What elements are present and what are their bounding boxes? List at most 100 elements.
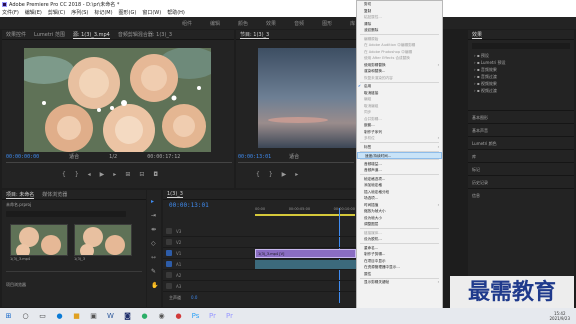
lock-icon[interactable]	[166, 272, 172, 278]
tab-effect-controls[interactable]: 效果控件	[6, 31, 26, 38]
section-essential-graphics[interactable]: 基本图形	[468, 110, 574, 123]
task-view-icon[interactable]: ▭	[34, 308, 51, 324]
clip-thumbnail[interactable]	[10, 224, 68, 256]
timeline-ruler[interactable]: 00:00 00:00:05:00 00:00:10:00	[255, 207, 355, 211]
search-icon[interactable]: ○	[17, 308, 34, 324]
tab-sequence[interactable]: 1(3)_3	[167, 191, 183, 198]
source-scrubber[interactable]	[6, 162, 232, 163]
menu-file[interactable]: 文件(F)	[2, 9, 19, 16]
context-menu-item[interactable]: 速度/持续时间...	[357, 152, 442, 159]
tree-item-video-effects[interactable]: › ▪ 视频效果	[474, 80, 506, 87]
lock-icon[interactable]	[166, 261, 172, 267]
store-icon[interactable]: ▣	[85, 308, 102, 324]
lock-icon[interactable]	[166, 228, 172, 234]
section-lumetri-color[interactable]: Lumetri 颜色	[468, 136, 574, 149]
tab-project[interactable]: 项目: 未命名	[6, 191, 35, 199]
mark-in-icon[interactable]: {	[62, 171, 66, 178]
context-menu-item[interactable]: 波纹删除	[357, 27, 442, 34]
context-menu-item[interactable]: 调整图层	[357, 221, 442, 228]
source-ratio[interactable]: 1/2	[109, 154, 117, 160]
step-forward-icon[interactable]: ▸	[113, 171, 116, 178]
razor-icon[interactable]: ◇	[151, 240, 156, 247]
lock-icon[interactable]	[166, 239, 172, 245]
tab-source[interactable]: 源: 1(3)_3.mp4	[72, 31, 110, 39]
file-explorer-icon[interactable]: ■	[68, 308, 85, 324]
netease-icon[interactable]: ●	[170, 308, 187, 324]
tab-media-browser[interactable]: 媒体浏览器	[42, 191, 67, 198]
workspace-tab[interactable]: 图形	[322, 20, 332, 27]
step-back-icon[interactable]: ◂	[88, 171, 91, 178]
context-menu-item[interactable]: 标签 ›	[357, 144, 442, 151]
mark-out-icon[interactable]: }	[75, 171, 79, 178]
context-menu-item[interactable]: 音频声道...	[357, 167, 442, 174]
workspace-tab[interactable]: 效果	[266, 20, 276, 27]
overwrite-icon[interactable]: ⊟	[139, 171, 144, 178]
source-timecode[interactable]: 00:00:00:00	[6, 154, 39, 160]
menu-marker[interactable]: 标记(M)	[94, 9, 112, 16]
play-icon[interactable]: ▶	[100, 171, 105, 178]
sequence-thumbnail[interactable]	[74, 224, 132, 256]
selection-tool-icon[interactable]: ▸	[151, 198, 154, 205]
context-menu-item[interactable]: 属性	[357, 271, 442, 278]
program-timecode[interactable]: 00:00:13:01	[238, 154, 271, 160]
premiere-icon[interactable]: Pr	[204, 308, 221, 324]
edge-icon[interactable]: ●	[51, 308, 68, 324]
menu-edit[interactable]: 编辑(E)	[25, 9, 42, 16]
mark-in-icon[interactable]: {	[256, 171, 260, 178]
tree-item-video-transitions[interactable]: › ▪ 视频过渡	[474, 87, 506, 94]
lock-icon[interactable]	[166, 250, 172, 256]
workspace-tab[interactable]: 编辑	[210, 20, 220, 27]
wechat-icon[interactable]: ●	[136, 308, 153, 324]
menu-clip[interactable]: 剪辑(C)	[48, 9, 65, 16]
slip-icon[interactable]: ⇿	[151, 254, 156, 261]
lock-icon[interactable]	[166, 283, 172, 289]
tab-lumetri-scopes[interactable]: Lumetri 范围	[34, 31, 65, 38]
tab-program[interactable]: 节目: 1(3)_3	[240, 31, 270, 39]
tab-audio-clip-mixer[interactable]: 音频剪辑混合器: 1(3)_3	[118, 31, 172, 38]
effects-search-input[interactable]	[472, 43, 570, 49]
project-zoom-slider[interactable]	[6, 271, 142, 272]
section-libraries[interactable]: 库	[468, 149, 574, 162]
insert-icon[interactable]: ⊞	[125, 171, 130, 178]
tree-item-lumetri-presets[interactable]: › ▪ Lumetri 预设	[474, 59, 506, 66]
section-history[interactable]: 历史记录	[468, 175, 574, 188]
step-forward-icon[interactable]: ▸	[295, 171, 298, 178]
section-markers[interactable]: 标记	[468, 162, 574, 175]
tree-item-audio-transitions[interactable]: › ▪ 音频过渡	[474, 73, 506, 80]
workspace-tab[interactable]: 音频	[294, 20, 304, 27]
source-fit[interactable]: 适合	[69, 153, 79, 160]
play-icon[interactable]: ▶	[282, 171, 287, 178]
context-menu-item[interactable]: 设为脱机...	[357, 236, 442, 243]
pen-icon[interactable]: ✎	[151, 268, 156, 275]
menu-graphics[interactable]: 图形(G)	[119, 9, 137, 16]
video-clip[interactable]: 1(3)_3.mp4 [V]	[255, 249, 356, 258]
tree-item-audio-effects[interactable]: › ▪ 音频效果	[474, 66, 506, 73]
section-info[interactable]: 信息	[468, 188, 574, 201]
camera-icon[interactable]: ◘	[153, 171, 158, 178]
photoshop-icon[interactable]: Ps	[187, 308, 204, 324]
workspace-tab[interactable]: 组件	[182, 20, 192, 27]
tab-effects[interactable]: 效果	[472, 31, 483, 39]
track-select-icon[interactable]: ⇥	[151, 212, 156, 219]
mark-out-icon[interactable]: }	[269, 171, 273, 178]
tree-item-presets[interactable]: › ▪ 预设	[474, 52, 506, 59]
program-scrubber[interactable]	[238, 162, 354, 163]
windows-start-icon[interactable]: ⊞	[0, 308, 17, 324]
ps-icon[interactable]: ◙	[119, 308, 136, 324]
ripple-edit-icon[interactable]: ⇹	[151, 226, 156, 233]
app-icon[interactable]: ◉	[153, 308, 170, 324]
audio-clip[interactable]	[255, 260, 356, 269]
premiere-active-icon[interactable]: Pr	[221, 308, 238, 324]
context-menu-item[interactable]: 显示剪辑关键帧 ›	[357, 279, 442, 286]
program-fit[interactable]: 适合	[289, 153, 299, 160]
section-essential-sound[interactable]: 基本声音	[468, 123, 574, 136]
word-icon[interactable]: W	[102, 308, 119, 324]
timeline-timecode[interactable]: 00:00:13:01	[169, 202, 209, 209]
project-search-input[interactable]	[6, 211, 126, 217]
menu-help[interactable]: 帮助(H)	[167, 9, 185, 16]
workspace-tab[interactable]: 颜色	[238, 20, 248, 27]
workspace-tab[interactable]: 库	[350, 20, 355, 27]
work-area-bar[interactable]	[255, 214, 355, 216]
system-clock[interactable]: 15:42 2021/9/23	[549, 311, 576, 321]
master-value[interactable]: 0.0	[191, 295, 197, 301]
